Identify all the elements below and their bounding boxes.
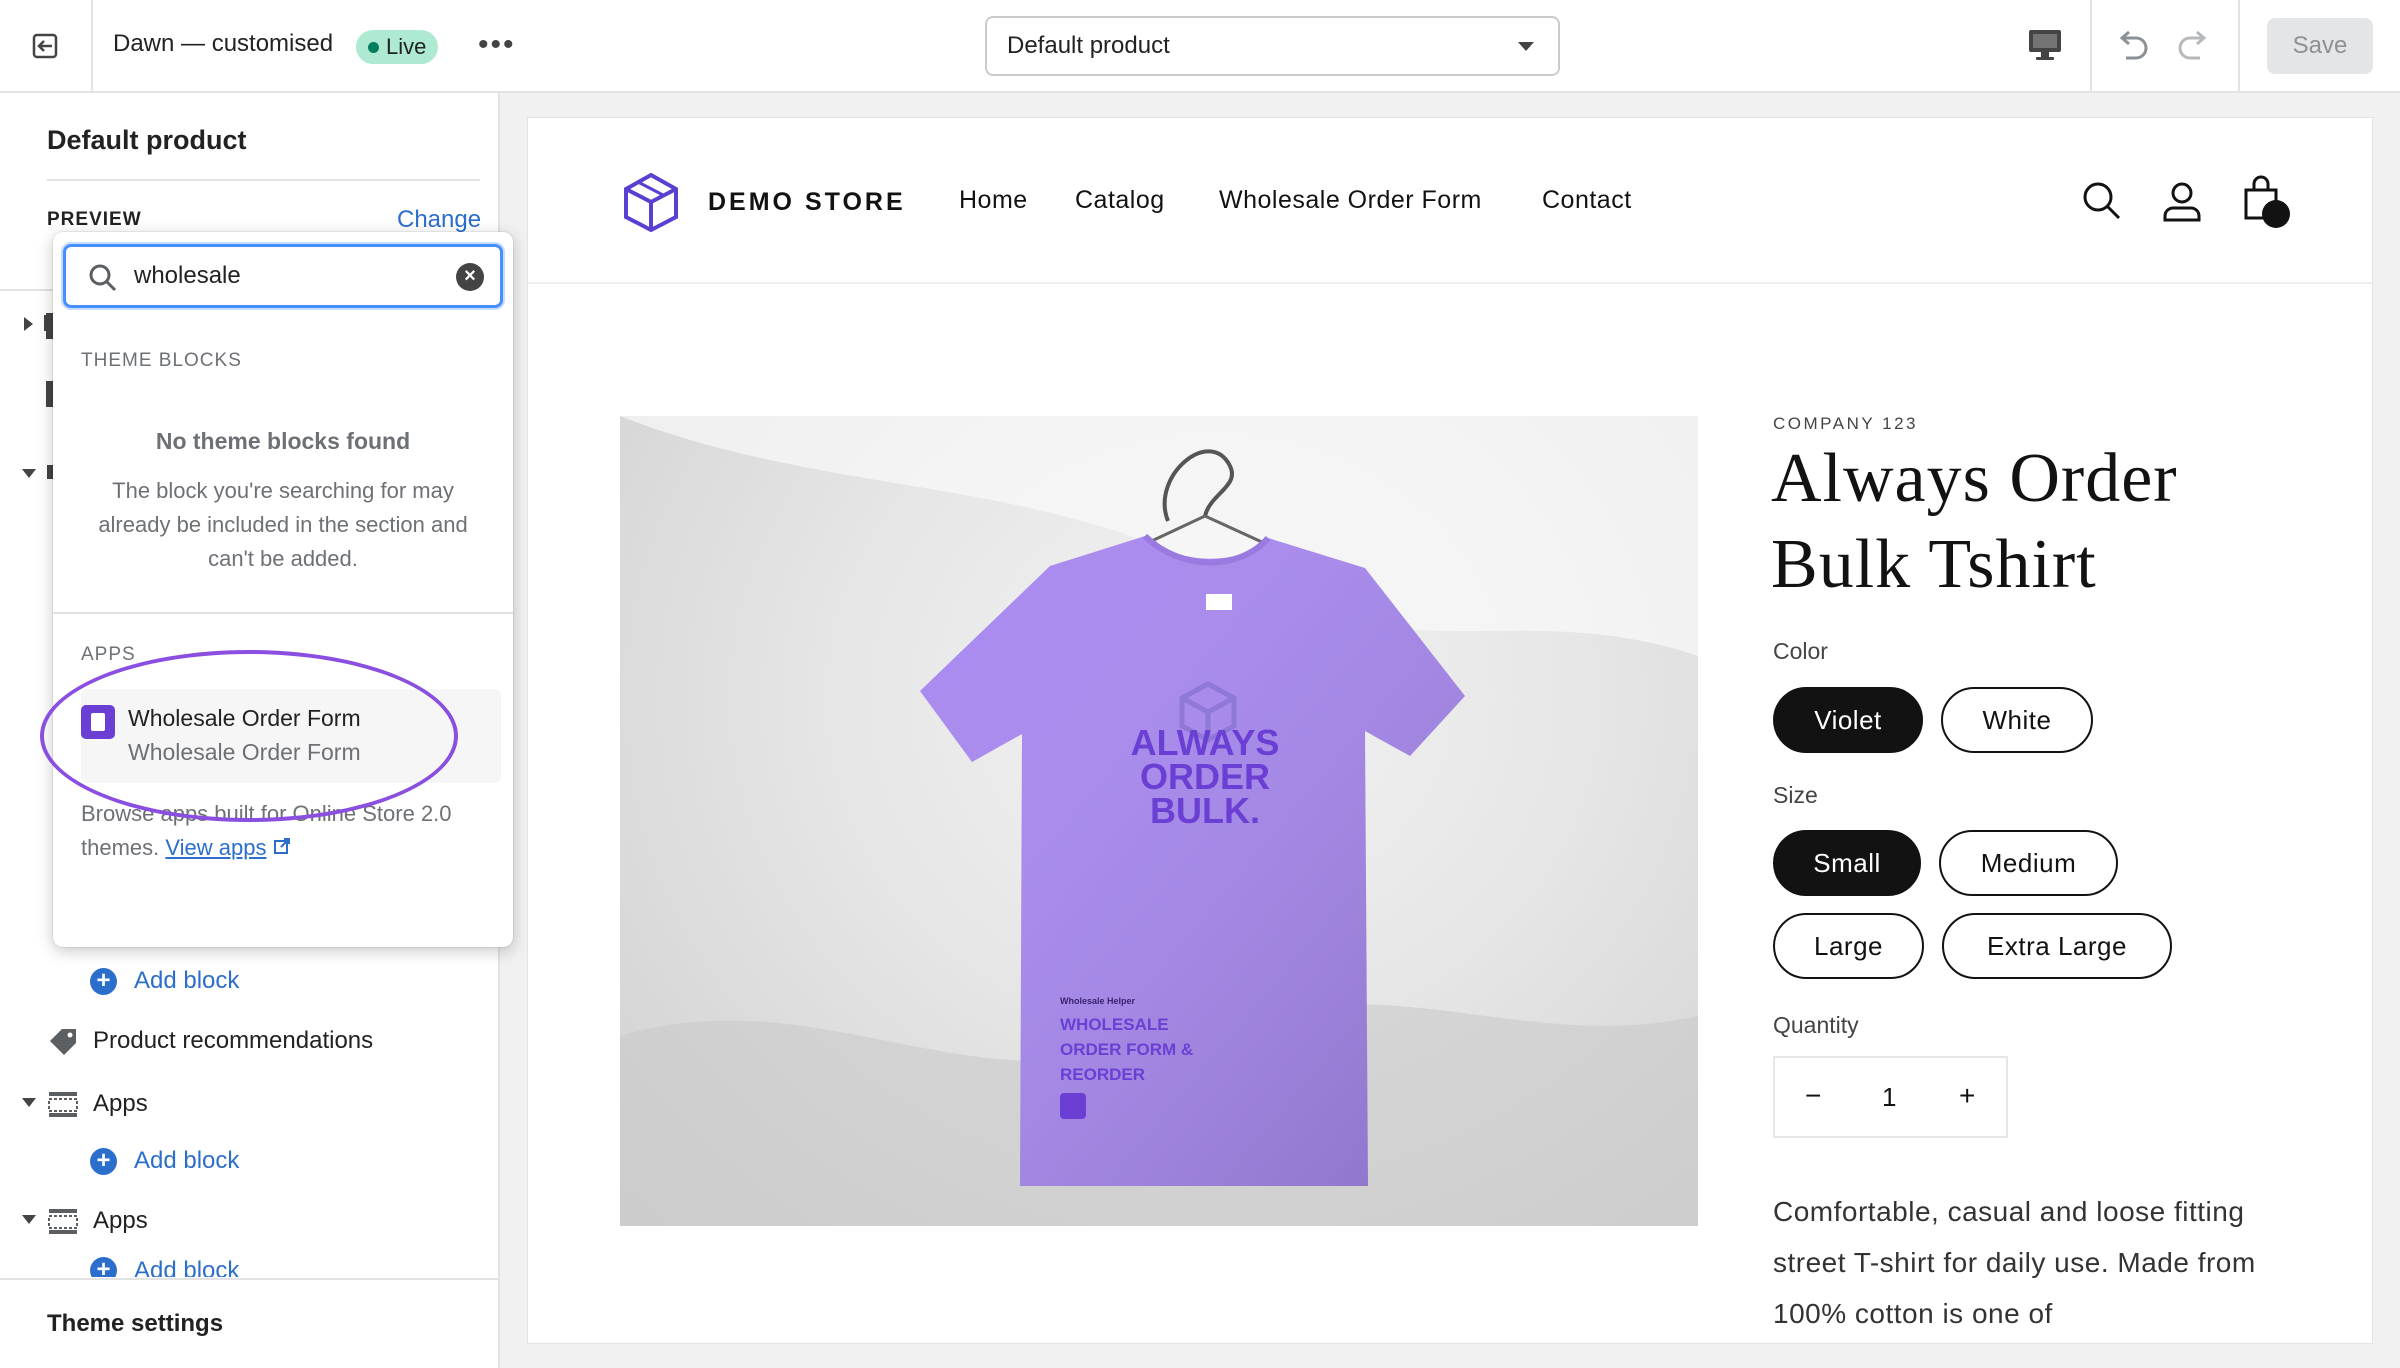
add-block-label: Add block [134,1257,240,1277]
block-search-field[interactable]: × [63,244,503,308]
add-block-button[interactable]: + Add block [90,1141,239,1181]
account-icon[interactable] [2161,180,2203,222]
change-preview-link[interactable]: Change [397,206,481,234]
shirt-print-line: ORDER FORM & [1060,1040,1194,1059]
undo-icon[interactable] [2110,24,2154,68]
editor-topbar: Dawn — customised Live ••• Default produ… [0,0,2400,93]
product-description: Comfortable, casual and loose fitting st… [1773,1196,2256,1329]
size-option-large[interactable]: Large [1773,913,1924,979]
divider [0,289,53,291]
external-link-icon [273,838,290,854]
size-option-small[interactable]: Small [1773,830,1921,896]
shirt-print-main: ALWAYS ORDER BULK. [1060,722,1350,831]
theme-settings-button[interactable]: Theme settings [0,1278,498,1368]
shirt-print-line: WHOLESALE [1060,1015,1169,1034]
section-label: Product recommendations [93,1027,374,1054]
shirt-print-line: REORDER [1060,1065,1146,1084]
highlight-annotation-ring [40,650,458,822]
quantity-stepper: − 1 + [1773,1056,2008,1138]
tag-icon [50,1029,76,1055]
theme-settings-label: Theme settings [47,1310,224,1337]
shirt-print-line: ALWAYS [1130,722,1280,763]
nav-wholesale-order-form[interactable]: Wholesale Order Form [1219,186,1482,215]
section-label: Apps [93,1207,148,1234]
apps-heading: APPS [81,644,136,665]
save-button[interactable]: Save [2267,18,2373,74]
store-header: DEMO STORE Home Catalog Wholesale Order … [528,118,2372,284]
more-actions-button[interactable]: ••• [478,28,516,62]
increase-quantity-button[interactable]: + [1959,1080,1975,1112]
search-icon [89,264,117,292]
exit-icon [32,33,57,59]
section-label: Apps [93,1090,148,1117]
divider [2238,0,2240,92]
theme-name: Dawn — customised [113,30,334,57]
add-block-popover: × THEME BLOCKS No theme blocks found The… [53,232,513,947]
nav-contact[interactable]: Contact [1542,186,1632,215]
nav-catalog[interactable]: Catalog [1075,186,1165,215]
chevron-down-icon [1518,42,1534,51]
live-badge: Live [356,30,439,64]
template-select-value: Default product [1007,32,1170,59]
divider [2090,0,2092,92]
section-product-recommendations[interactable]: Product recommendations [0,1013,498,1069]
product-title: Always Order Bulk Tshirt [1771,440,2178,603]
size-option-medium[interactable]: Medium [1939,830,2118,896]
shirt-print-line: ORDER [1139,756,1270,797]
cart-button[interactable] [2240,174,2290,228]
empty-state-title: No theme blocks found [155,428,411,454]
chevron-right-icon[interactable] [24,317,33,331]
section-apps[interactable]: Apps [0,1193,498,1249]
store-preview: DEMO STORE Home Catalog Wholesale Order … [528,118,2372,1343]
add-block-label: Add block [134,967,240,994]
clear-search-icon[interactable]: × [456,263,484,291]
redo-icon[interactable] [2172,24,2216,68]
block-search-input[interactable] [134,261,434,291]
plus-circle-icon: + [90,1147,117,1175]
desktop-preview-icon[interactable] [2025,26,2065,64]
color-label: Color [1773,638,1828,664]
chevron-down-icon[interactable] [22,1215,36,1224]
chevron-down-icon[interactable] [22,1098,36,1107]
sidebar-title: Default product [47,125,247,155]
shirt-print-icon [1060,1093,1086,1119]
quantity-label: Quantity [1773,1012,1859,1038]
add-block-button[interactable]: + Add block [90,961,239,1001]
section-icon [48,1092,78,1117]
view-apps-link[interactable]: View apps [165,835,266,860]
theme-blocks-heading: THEME BLOCKS [81,350,242,371]
product-vendor: COMPANY 123 [1773,414,1918,433]
store-name[interactable]: DEMO STORE [708,188,906,217]
section-icon [48,1209,78,1234]
divider [53,612,513,614]
color-option-white[interactable]: White [1941,687,2093,753]
nav-home[interactable]: Home [959,186,1028,215]
add-block-button[interactable]: + Add block [90,1257,239,1277]
quantity-value[interactable]: 1 [1882,1082,1896,1113]
shirt-print-line: BULK. [1150,790,1260,831]
size-option-extra-large[interactable]: Extra Large [1942,913,2172,979]
shirt-print-small: Wholesale Helper WHOLESALE ORDER FORM & … [1060,996,1260,1119]
product-image[interactable]: ALWAYS ORDER BULK. Wholesale Helper WHOL… [620,416,1698,1226]
store-logo-icon[interactable] [622,172,680,232]
divider [47,179,480,181]
add-block-label: Add block [134,1147,240,1174]
section-apps[interactable]: Apps [0,1076,498,1132]
size-label: Size [1773,782,1818,808]
plus-circle-icon: + [90,967,117,995]
shirt-print-brand: Wholesale Helper [1060,996,1136,1006]
empty-state-description: The block you're searching for may alrea… [98,478,468,571]
search-icon[interactable] [2081,180,2123,222]
decrease-quantity-button[interactable]: − [1805,1080,1821,1112]
plus-circle-icon: + [90,1257,117,1277]
preview-label: PREVIEW [47,209,142,230]
chevron-down-icon[interactable] [22,469,36,478]
exit-button[interactable] [0,0,93,92]
color-option-violet[interactable]: Violet [1773,687,1923,753]
cart-count-badge [2262,200,2290,228]
view-apps-label: View apps [165,835,267,860]
template-select[interactable]: Default product [985,16,1560,76]
